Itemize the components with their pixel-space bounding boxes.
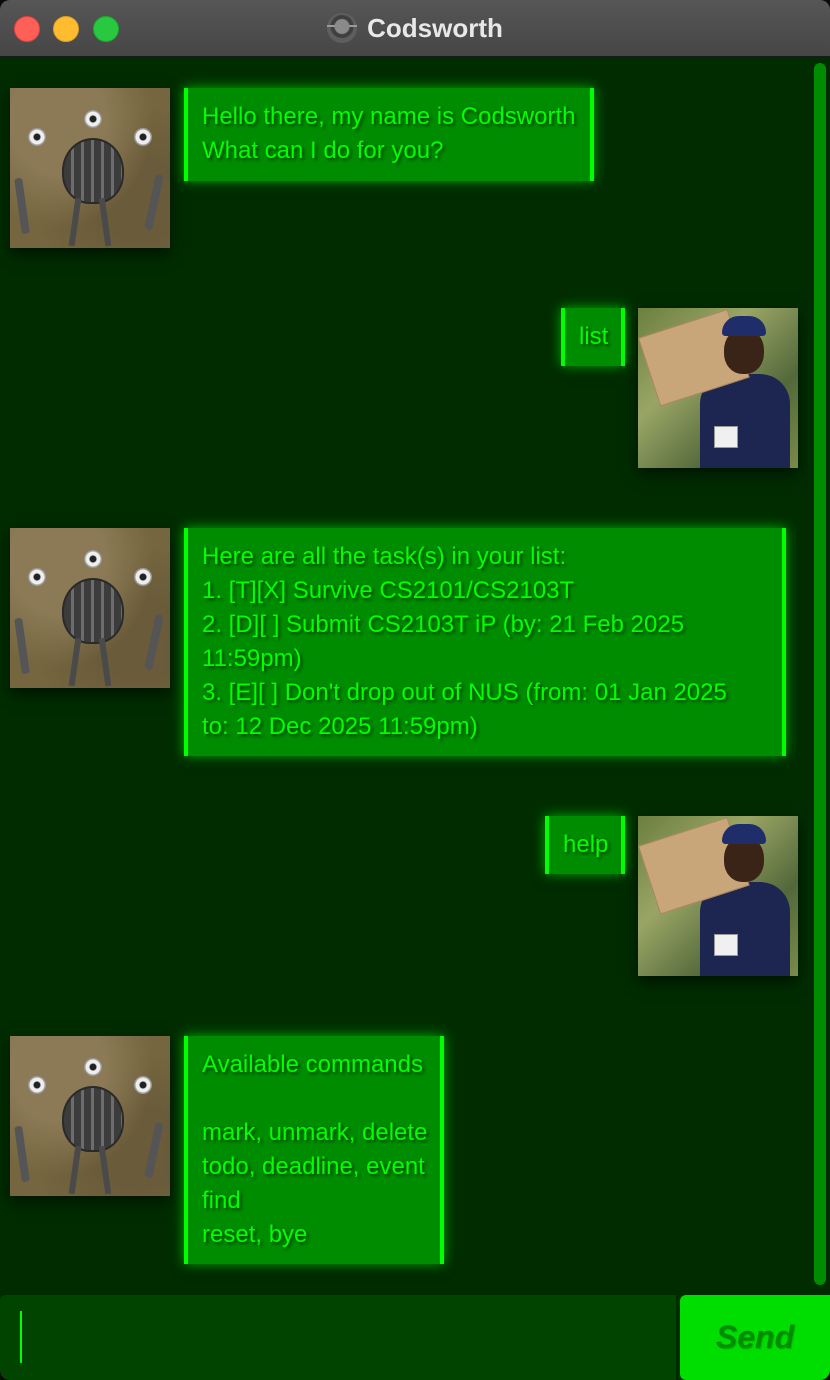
send-button[interactable]: Send <box>680 1295 830 1380</box>
title-group: Codsworth <box>0 0 830 56</box>
bot-avatar <box>10 528 170 688</box>
scrollbar-thumb[interactable] <box>814 63 826 1285</box>
dialog-container[interactable]: Hello there, my name is Codsworth What c… <box>0 57 830 1293</box>
bot-message-bubble: Available commands mark, unmark, delete … <box>184 1036 444 1264</box>
user-message-bubble: list <box>561 308 625 366</box>
user-avatar <box>638 816 798 976</box>
scrollbar[interactable] <box>814 63 826 1285</box>
message-input[interactable] <box>0 1295 676 1380</box>
window-title: Codsworth <box>367 12 503 43</box>
bot-message-bubble: Hello there, my name is Codsworth What c… <box>184 88 594 181</box>
title-bar: Codsworth <box>0 0 830 57</box>
user-avatar <box>638 308 798 468</box>
codsworth-robot-icon <box>327 13 358 43</box>
user-message-bubble: help <box>545 816 625 874</box>
text-caret <box>20 1311 22 1363</box>
app-window: Codsworth Hello there, my name is Codswo… <box>0 0 830 1380</box>
bot-avatar <box>10 1036 170 1196</box>
bot-avatar <box>10 88 170 248</box>
input-row: Send <box>0 1293 830 1380</box>
bot-message-bubble: Here are all the task(s) in your list: 1… <box>184 528 786 756</box>
